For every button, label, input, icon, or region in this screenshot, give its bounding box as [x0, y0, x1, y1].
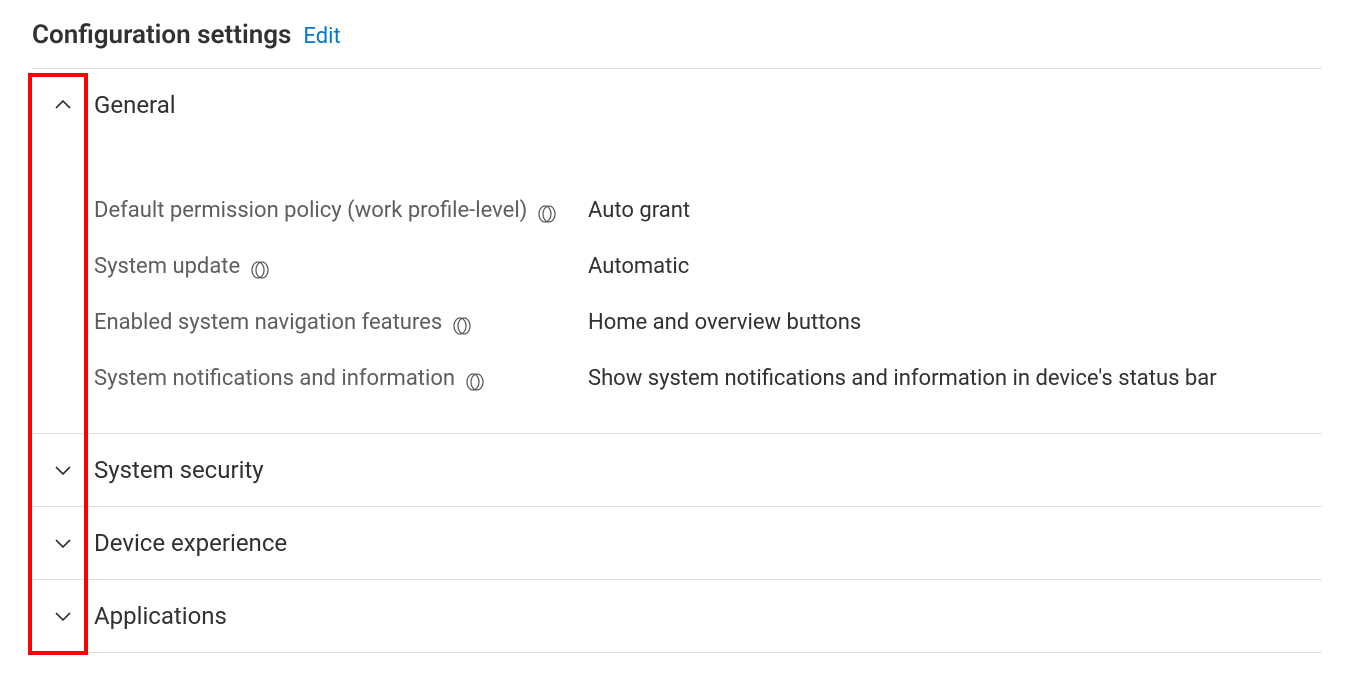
- setting-value: Automatic: [588, 251, 1322, 283]
- setting-label: Default permission policy (work profile-…: [94, 195, 527, 227]
- setting-row: System notifications and information Sho…: [94, 351, 1322, 407]
- chevron-up-icon: [32, 95, 94, 115]
- setting-row: System update Automatic: [94, 239, 1322, 295]
- section-header-applications[interactable]: Applications: [32, 580, 1322, 652]
- info-icon[interactable]: [250, 260, 270, 280]
- page-title: Configuration settings: [32, 20, 291, 50]
- chevron-down-icon: [32, 533, 94, 553]
- section-title-general: General: [94, 91, 176, 119]
- section-header-general[interactable]: General: [32, 69, 1322, 141]
- section-title-system-security: System security: [94, 456, 264, 484]
- section-header-device-experience[interactable]: Device experience: [32, 507, 1322, 579]
- section-title-device-experience: Device experience: [94, 529, 287, 557]
- setting-value: Auto grant: [588, 195, 1322, 227]
- setting-label: Enabled system navigation features: [94, 307, 442, 339]
- section-header-system-security[interactable]: System security: [32, 434, 1322, 506]
- setting-label: System notifications and information: [94, 363, 455, 395]
- info-icon[interactable]: [452, 316, 472, 336]
- edit-link[interactable]: Edit: [303, 24, 340, 49]
- setting-value: Show system notifications and informatio…: [588, 363, 1322, 395]
- info-icon[interactable]: [537, 204, 557, 224]
- setting-row: Enabled system navigation features Home …: [94, 295, 1322, 351]
- setting-row: Default permission policy (work profile-…: [94, 183, 1322, 239]
- chevron-down-icon: [32, 460, 94, 480]
- setting-value: Home and overview buttons: [588, 307, 1322, 339]
- info-icon[interactable]: [465, 372, 485, 392]
- section-body-general: Default permission policy (work profile-…: [32, 141, 1322, 433]
- setting-label: System update: [94, 251, 240, 283]
- chevron-down-icon: [32, 606, 94, 626]
- section-title-applications: Applications: [94, 602, 227, 630]
